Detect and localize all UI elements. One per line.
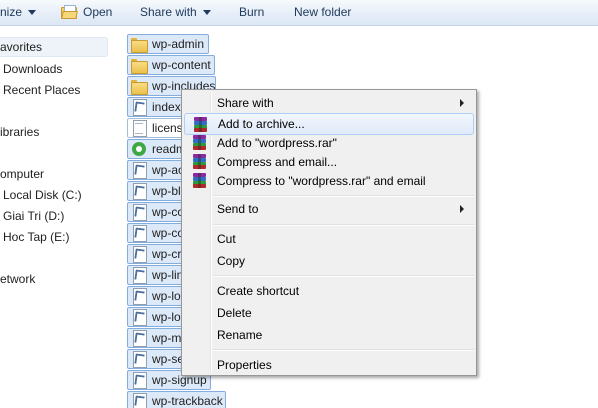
open-folder-icon bbox=[61, 5, 78, 19]
menu-item-label: Compress to "wordpress.rar" and email bbox=[217, 174, 426, 188]
list-item[interactable]: wp-activate bbox=[127, 160, 185, 180]
menu-item-cut[interactable]: Cut bbox=[184, 228, 474, 250]
menu-item-label: Send to bbox=[217, 202, 259, 216]
menu-item-label: Compress and email... bbox=[217, 155, 338, 169]
organize-button[interactable]: nize bbox=[0, 5, 37, 19]
list-item[interactable]: wp-content bbox=[127, 55, 215, 75]
list-item[interactable]: wp-links-opml bbox=[127, 265, 185, 285]
new-folder-label: New folder bbox=[294, 5, 352, 19]
winrar-icon bbox=[192, 154, 207, 169]
php-file-icon bbox=[131, 309, 147, 326]
php-file-icon bbox=[131, 99, 147, 116]
winrar-icon bbox=[192, 135, 207, 150]
menu-item-label: Add to archive... bbox=[218, 117, 305, 131]
menu-item-copy[interactable]: Copy bbox=[184, 250, 474, 272]
open-label: Open bbox=[83, 5, 113, 19]
folder-icon bbox=[131, 36, 148, 53]
chevron-right-icon bbox=[460, 99, 464, 107]
menu-item-label: Copy bbox=[217, 254, 246, 268]
share-with-label: Share with bbox=[140, 5, 197, 19]
php-file-icon bbox=[131, 225, 147, 242]
nav-local-disk-c[interactable]: Local Disk (C:) bbox=[3, 188, 82, 202]
menu-separator bbox=[213, 349, 474, 351]
php-file-icon bbox=[131, 288, 147, 305]
php-file-icon bbox=[131, 267, 147, 284]
chevron-down-icon bbox=[28, 9, 37, 15]
menu-item-properties[interactable]: Properties bbox=[184, 354, 474, 376]
share-with-button[interactable]: Share with bbox=[140, 5, 211, 19]
list-item[interactable]: wp-config-sample bbox=[127, 223, 185, 243]
menu-item-label: Rename bbox=[217, 328, 263, 342]
php-file-icon bbox=[131, 393, 147, 408]
menu-item-label: Share with bbox=[217, 96, 274, 110]
winrar-icon bbox=[193, 117, 208, 132]
menu-item-label: Add to "wordpress.rar" bbox=[217, 136, 337, 150]
list-item[interactable]: wp-load bbox=[127, 286, 185, 306]
burn-label: Burn bbox=[239, 5, 265, 19]
menu-item-send-to[interactable]: Send to bbox=[184, 198, 474, 220]
folder-icon bbox=[131, 78, 148, 95]
chevron-down-icon bbox=[202, 9, 211, 15]
nav-giai-tri-d[interactable]: Giai Tri (D:) bbox=[3, 209, 64, 223]
nav-downloads[interactable]: Downloads bbox=[3, 62, 62, 76]
file-name: wp-admin bbox=[152, 37, 205, 51]
burn-button[interactable]: Burn bbox=[239, 5, 264, 19]
new-folder-button[interactable]: New folder bbox=[294, 5, 351, 19]
open-button[interactable]: Open bbox=[61, 5, 112, 19]
nav-computer[interactable]: omputer bbox=[0, 167, 44, 181]
nav-recent-places[interactable]: Recent Places bbox=[3, 83, 80, 97]
list-item[interactable]: wp-settings bbox=[127, 349, 185, 369]
php-file-icon bbox=[131, 204, 147, 221]
organize-label: nize bbox=[0, 5, 23, 19]
navigation-pane: avorites Downloads Recent Places ibrarie… bbox=[0, 27, 118, 408]
nav-favorites[interactable]: avorites bbox=[0, 40, 42, 54]
winrar-icon bbox=[192, 173, 207, 188]
menu-item-label: Delete bbox=[217, 306, 252, 320]
list-item[interactable]: wp-trackback bbox=[127, 391, 226, 408]
list-item[interactable]: wp-mail bbox=[127, 328, 185, 348]
menu-separator bbox=[213, 224, 474, 226]
menu-separator bbox=[213, 275, 474, 277]
list-item[interactable]: license bbox=[127, 118, 185, 138]
php-file-icon bbox=[131, 372, 147, 389]
menu-item-label: Cut bbox=[217, 232, 236, 246]
menu-item-label: Properties bbox=[217, 358, 272, 372]
folder-icon bbox=[131, 57, 148, 74]
list-item[interactable]: readme bbox=[127, 139, 185, 159]
nav-hoc-tap-e[interactable]: Hoc Tap (E:) bbox=[3, 230, 69, 244]
php-file-icon bbox=[131, 162, 147, 179]
nav-libraries[interactable]: ibraries bbox=[0, 125, 39, 139]
menu-item-label: Create shortcut bbox=[217, 284, 300, 298]
list-item[interactable]: index bbox=[127, 97, 185, 117]
menu-item-create-shortcut[interactable]: Create shortcut bbox=[184, 280, 474, 302]
menu-separator bbox=[213, 195, 474, 197]
list-item[interactable]: wp-admin bbox=[127, 34, 209, 54]
php-file-icon bbox=[131, 183, 147, 200]
chevron-right-icon bbox=[460, 205, 464, 213]
command-bar: nize Open Share with Burn New folder bbox=[0, 0, 598, 26]
html-file-icon bbox=[131, 141, 147, 157]
menu-item-compress-rar-email[interactable]: Compress to "wordpress.rar" and email bbox=[184, 170, 474, 192]
php-file-icon bbox=[131, 351, 147, 368]
context-menu: Share with Add to archive... Add to "wor… bbox=[181, 89, 477, 376]
file-name: wp-content bbox=[152, 58, 211, 72]
list-item[interactable]: wp-blog-header bbox=[127, 181, 185, 201]
file-name: index bbox=[152, 100, 181, 114]
text-file-icon bbox=[131, 120, 147, 137]
file-name: wp-trackback bbox=[152, 394, 223, 408]
menu-item-delete[interactable]: Delete bbox=[184, 302, 474, 324]
list-item[interactable]: wp-comments-post bbox=[127, 202, 185, 222]
nav-network[interactable]: etwork bbox=[0, 272, 35, 286]
menu-item-share-with[interactable]: Share with bbox=[184, 92, 474, 114]
list-item[interactable]: wp-login bbox=[127, 307, 185, 327]
list-item[interactable]: wp-cron bbox=[127, 244, 185, 264]
php-file-icon bbox=[131, 246, 147, 263]
menu-item-rename[interactable]: Rename bbox=[184, 324, 474, 346]
php-file-icon bbox=[131, 330, 147, 347]
